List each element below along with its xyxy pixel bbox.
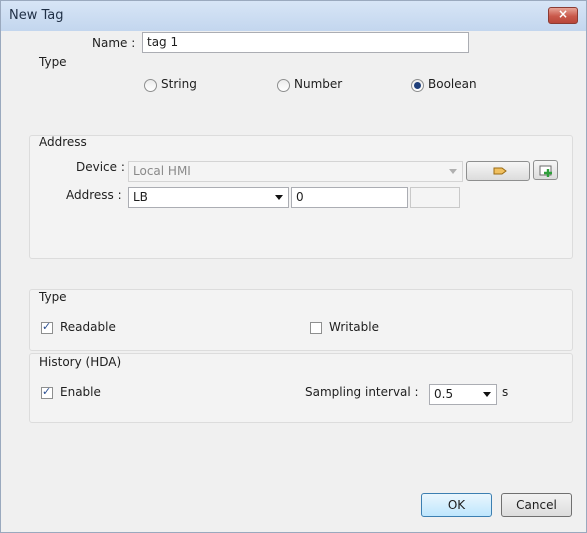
device-settings-button[interactable] — [466, 161, 530, 181]
sampling-interval-unit: s — [502, 385, 509, 399]
writable-checkbox[interactable] — [310, 322, 322, 334]
close-button[interactable]: × — [548, 7, 578, 24]
tag-icon — [493, 167, 507, 175]
sampling-interval-label: Sampling interval : — [305, 385, 419, 399]
chevron-down-icon — [449, 169, 457, 174]
window-title: New Tag — [9, 8, 64, 23]
sampling-interval-value: 0.5 — [434, 387, 454, 401]
close-icon: × — [557, 7, 569, 21]
name-label: Name : — [92, 36, 136, 50]
chevron-down-icon — [483, 392, 491, 397]
readable-checkbox[interactable] — [41, 320, 53, 334]
chevron-down-icon — [275, 195, 283, 200]
address-value-input[interactable]: 0 — [291, 187, 408, 208]
sampling-interval-select[interactable]: 0.5 — [429, 384, 497, 405]
enable-label: Enable — [60, 385, 101, 399]
device-value: Local HMI — [133, 164, 191, 178]
device-label: Device : — [76, 160, 125, 174]
address-type-select[interactable]: LB — [128, 187, 289, 208]
address-label: Address : — [66, 188, 122, 202]
readable-label: Readable — [60, 320, 116, 334]
access-group-label: Type — [39, 290, 67, 304]
ok-button[interactable]: OK — [421, 493, 492, 517]
radio-boolean[interactable] — [411, 79, 424, 92]
writable-label: Writable — [329, 320, 379, 334]
new-tag-dialog: New Tag × Name : tag 1 Type String Numbe… — [0, 0, 587, 533]
enable-checkbox[interactable] — [41, 385, 53, 399]
add-device-icon — [539, 165, 552, 177]
address-type-value: LB — [133, 190, 148, 204]
history-group-label: History (HDA) — [39, 355, 122, 369]
add-device-button[interactable] — [533, 160, 558, 180]
radio-string[interactable] — [144, 79, 157, 92]
name-input[interactable]: tag 1 — [142, 32, 469, 53]
radio-number-label: Number — [294, 77, 343, 91]
title-bar[interactable]: New Tag × — [1, 1, 586, 31]
type-group-label: Type — [39, 55, 67, 69]
address-group-label: Address — [39, 135, 87, 149]
radio-boolean-label: Boolean — [428, 77, 477, 91]
address-extra-field — [410, 187, 460, 208]
radio-number[interactable] — [277, 79, 290, 92]
device-select[interactable]: Local HMI — [128, 161, 463, 182]
dialog-body: Name : tag 1 Type String Number Boolean … — [1, 31, 586, 532]
radio-string-label: String — [161, 77, 197, 91]
cancel-button[interactable]: Cancel — [501, 493, 572, 517]
